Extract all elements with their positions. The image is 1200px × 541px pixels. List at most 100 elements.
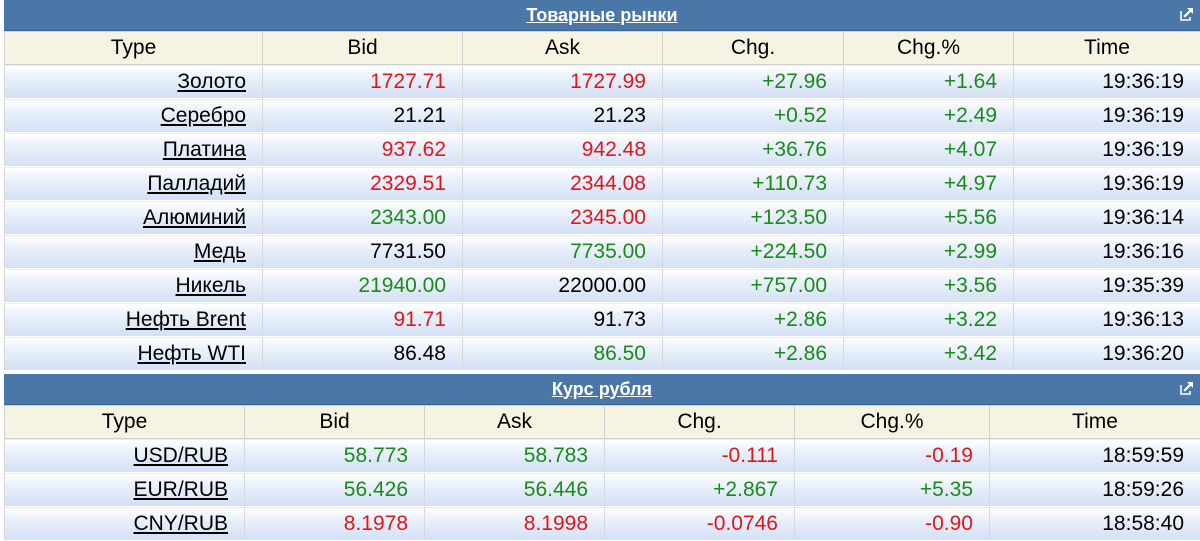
cell-type: Нефть WTI [5, 337, 263, 371]
table-row: Платина 937.62942.48+36.76+4.0719:36:19 [5, 133, 1200, 167]
cell-ask: 2344.08 [463, 167, 663, 201]
commodities-titlebar: Товарные рынки [4, 0, 1200, 31]
cell-chg: +36.76 [663, 133, 844, 167]
cell-bid: 86.48 [263, 337, 463, 371]
commodities-title-link[interactable]: Товарные рынки [526, 5, 677, 26]
cell-ask: 22000.00 [463, 269, 663, 303]
cell-bid: 91.71 [263, 303, 463, 337]
cell-time: 18:59:26 [990, 473, 1200, 507]
table-row: Золото1727.711727.99+27.96+1.6419:36:19 [5, 65, 1200, 99]
cell-chg-pct: -0.90 [795, 507, 990, 541]
cell-ask: 91.73 [463, 303, 663, 337]
table-row: Нефть Brent91.7191.73+2.86+3.2219:36:13 [5, 303, 1200, 337]
instrument-link[interactable]: Серебро [161, 104, 246, 127]
table-row: EUR/RUB56.42656.446+2.867+5.3518:59:26 [5, 473, 1200, 507]
cell-chg-pct: +2.99 [844, 235, 1014, 269]
cell-bid: 937.62 [263, 133, 463, 167]
cell-type: Нефть Brent [5, 303, 263, 337]
cell-ask: 2345.00 [463, 201, 663, 235]
table-header-row: Type Bid Ask Chg. Chg.% Time [5, 32, 1200, 65]
table-row: Нефть WTI 86.4886.50+2.86+3.4219:36:20 [5, 337, 1200, 371]
cell-chg: -0.0746 [605, 507, 795, 541]
cell-chg-pct: -0.19 [795, 439, 990, 473]
commodities-table: Type Bid Ask Chg. Chg.% Time Золото 1727.… [4, 31, 1200, 371]
cell-chg: +0.52 [663, 99, 844, 133]
cell-ask: 1727.99 [463, 65, 663, 99]
cell-time: 19:36:16 [1014, 235, 1200, 269]
cell-time: 19:36:20 [1014, 337, 1200, 371]
column-header-type: Type [5, 406, 245, 439]
cell-type: Серебро [5, 99, 263, 133]
cell-type: USD/RUB [5, 439, 245, 473]
column-header-chg: Chg. [605, 406, 795, 439]
cell-time: 19:36:19 [1014, 65, 1200, 99]
column-header-chg-pct: Chg.% [795, 406, 990, 439]
column-header-time: Time [990, 406, 1200, 439]
cell-chg-pct: +5.35 [795, 473, 990, 507]
cell-ask: 56.446 [425, 473, 605, 507]
instrument-link[interactable]: Никель [176, 274, 247, 297]
cell-bid: 7731.50 [263, 235, 463, 269]
cell-time: 19:36:14 [1014, 201, 1200, 235]
cell-time: 19:36:19 [1014, 133, 1200, 167]
instrument-link[interactable]: Медь [194, 240, 246, 263]
cell-ask: 942.48 [463, 133, 663, 167]
instrument-link[interactable]: CNY/RUB [133, 512, 228, 535]
column-header-chg-pct: Chg.% [844, 32, 1014, 65]
cell-ask: 58.783 [425, 439, 605, 473]
table-row: USD/RUB58.77358.783-0.111-0.1918:59:59 [5, 439, 1200, 473]
cell-chg-pct: +5.56 [844, 201, 1014, 235]
instrument-link[interactable]: Алюминий [143, 206, 246, 229]
column-header-type: Type [5, 32, 263, 65]
ruble-panel: Курс рубля Type Bid Ask Chg. Chg.% Time … [4, 374, 1200, 541]
external-link-icon[interactable] [1180, 7, 1194, 21]
commodities-panel: Товарные рынки Type Bid Ask Chg. Chg.% T… [4, 0, 1200, 371]
cell-chg-pct: +2.49 [844, 99, 1014, 133]
table-row: Палладий2329.512344.08+110.73+4.9719:36:… [5, 167, 1200, 201]
column-header-bid: Bid [245, 406, 425, 439]
cell-chg-pct: +4.07 [844, 133, 1014, 167]
instrument-link[interactable]: Нефть Brent [126, 308, 246, 331]
cell-type: EUR/RUB [5, 473, 245, 507]
cell-type: Платина [5, 133, 263, 167]
table-row: Алюминий2343.002345.00+123.50+5.5619:36:… [5, 201, 1200, 235]
cell-chg: +224.50 [663, 235, 844, 269]
column-header-bid: Bid [263, 32, 463, 65]
cell-bid: 2343.00 [263, 201, 463, 235]
ruble-title-link[interactable]: Курс рубля [552, 379, 652, 400]
external-link-icon[interactable] [1180, 381, 1194, 395]
cell-time: 19:36:19 [1014, 167, 1200, 201]
cell-chg: +2.867 [605, 473, 795, 507]
cell-ask: 86.50 [463, 337, 663, 371]
instrument-link[interactable]: EUR/RUB [133, 478, 228, 501]
cell-type: Медь [5, 235, 263, 269]
column-header-time: Time [1014, 32, 1200, 65]
column-header-ask: Ask [425, 406, 605, 439]
cell-type: Золото [5, 65, 263, 99]
ruble-titlebar: Курс рубля [4, 374, 1200, 405]
cell-chg-pct: +3.42 [844, 337, 1014, 371]
cell-chg: +27.96 [663, 65, 844, 99]
instrument-link[interactable]: USD/RUB [133, 444, 228, 467]
cell-chg-pct: +3.22 [844, 303, 1014, 337]
table-row: Серебро21.2121.23+0.52+2.4919:36:19 [5, 99, 1200, 133]
cell-chg-pct: +4.97 [844, 167, 1014, 201]
instrument-link[interactable]: Золото [177, 70, 246, 93]
instrument-link[interactable]: Нефть WTI [137, 342, 246, 365]
cell-time: 19:35:39 [1014, 269, 1200, 303]
instrument-link[interactable]: Платина [163, 138, 246, 161]
table-row: Медь 7731.507735.00+224.50+2.9919:36:16 [5, 235, 1200, 269]
cell-chg: +2.86 [663, 337, 844, 371]
column-header-ask: Ask [463, 32, 663, 65]
cell-chg-pct: +3.56 [844, 269, 1014, 303]
cell-bid: 8.1978 [245, 507, 425, 541]
cell-ask: 7735.00 [463, 235, 663, 269]
instrument-link[interactable]: Палладий [147, 172, 246, 195]
cell-ask: 21.23 [463, 99, 663, 133]
table-header-row: Type Bid Ask Chg. Chg.% Time [5, 406, 1200, 439]
cell-time: 18:59:59 [990, 439, 1200, 473]
cell-time: 19:36:19 [1014, 99, 1200, 133]
cell-chg: +2.86 [663, 303, 844, 337]
cell-type: Алюминий [5, 201, 263, 235]
cell-bid: 1727.71 [263, 65, 463, 99]
